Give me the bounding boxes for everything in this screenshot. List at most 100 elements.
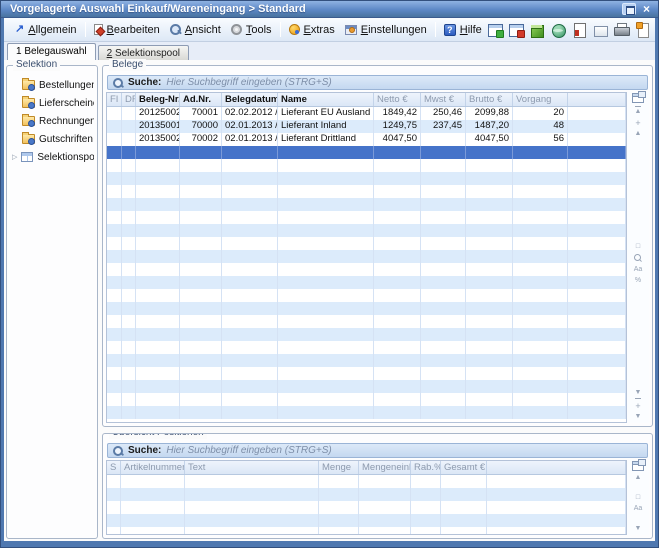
table-add-icon[interactable] bbox=[487, 22, 504, 38]
belege-search-input[interactable]: Suche: Hier Suchbegriff eingeben (STRG+S… bbox=[107, 75, 648, 90]
gear-icon bbox=[231, 24, 242, 35]
move-down-icon[interactable]: ▼ bbox=[635, 525, 642, 533]
move-up-icon[interactable]: ▲ bbox=[635, 130, 642, 138]
positionen-groupbox: Übersicht Positionen Suche: Hier Suchbeg… bbox=[102, 433, 653, 539]
column-header-vorgang[interactable]: Vorgang bbox=[513, 93, 568, 106]
groupbox-title: Übersicht Positionen bbox=[109, 433, 207, 439]
column-header-fi[interactable]: FI bbox=[107, 93, 122, 106]
folder-icon bbox=[22, 98, 35, 108]
extras-ball-icon bbox=[289, 24, 300, 35]
empty-row bbox=[107, 393, 626, 406]
positionen-search-input[interactable]: Suche: Hier Suchbegriff eingeben (STRG+S… bbox=[107, 443, 648, 458]
column-chooser-icon[interactable] bbox=[632, 93, 644, 103]
menu-allgemein[interactable]: ↗ Allgemein bbox=[10, 22, 82, 38]
close-window-icon[interactable]: × bbox=[641, 3, 652, 15]
new-document-icon[interactable] bbox=[634, 22, 651, 38]
groupbox-title: Selektion bbox=[13, 59, 60, 71]
font-size-icon[interactable]: Aa bbox=[634, 266, 643, 274]
goto-first-icon[interactable]: ▲ bbox=[635, 106, 642, 116]
column-header-gesamt[interactable]: Gesamt € bbox=[441, 461, 487, 474]
empty-row bbox=[107, 328, 626, 341]
belege-grid-body: 20125002 70001 02.02.2012 /Do Lieferant … bbox=[107, 107, 626, 422]
empty-row bbox=[107, 527, 626, 534]
tab-belegauswahl[interactable]: 1 Belegauswahl bbox=[7, 43, 96, 60]
column-header-ad-nr[interactable]: Ad.Nr. bbox=[180, 93, 222, 106]
main-column: Belege Suche: Hier Suchbegriff eingeben … bbox=[102, 65, 653, 539]
empty-row bbox=[107, 475, 626, 488]
card-icon[interactable] bbox=[592, 22, 609, 38]
column-header-rab[interactable]: Rab.% bbox=[411, 461, 441, 474]
report-document-icon[interactable] bbox=[571, 22, 588, 38]
column-header-s[interactable]: S bbox=[107, 461, 121, 474]
positionen-grid: S Artikelnummer Text Menge Mengeneinheit… bbox=[106, 460, 627, 535]
folder-icon bbox=[22, 80, 35, 90]
restore-window-icon[interactable] bbox=[622, 3, 636, 15]
column-header-artikelnummer[interactable]: Artikelnummer bbox=[121, 461, 185, 474]
insert-row-icon[interactable]: + bbox=[635, 119, 640, 127]
font-size-icon[interactable]: Aa bbox=[634, 505, 643, 513]
column-header-belegdatum[interactable]: Belegdatum bbox=[222, 93, 278, 106]
selected-row[interactable] bbox=[107, 146, 626, 159]
tab-selektionspool[interactable]: 2 Selektionspool bbox=[98, 45, 189, 60]
table-remove-icon[interactable] bbox=[508, 22, 525, 38]
column-header-netto[interactable]: Netto € bbox=[374, 93, 421, 106]
help-icon: ? bbox=[444, 24, 456, 36]
package-export-icon[interactable] bbox=[529, 22, 546, 38]
menu-bearbeiten[interactable]: Bearbeiten bbox=[89, 22, 165, 38]
toolbar bbox=[487, 22, 654, 38]
empty-row bbox=[107, 185, 626, 198]
move-up-icon[interactable]: ▲ bbox=[635, 474, 642, 482]
zoom-icon[interactable] bbox=[634, 254, 643, 263]
globe-icon[interactable] bbox=[550, 22, 567, 38]
empty-row bbox=[107, 488, 626, 501]
window-title: Vorgelagerte Auswahl Einkauf/Wareneingan… bbox=[10, 3, 622, 15]
menu-ansicht[interactable]: Ansicht bbox=[165, 22, 226, 38]
sidebar-item-rechnungen[interactable]: Rechnungen bbox=[10, 112, 94, 130]
empty-row bbox=[107, 172, 626, 185]
column-header-text[interactable]: Text bbox=[185, 461, 319, 474]
card-view-icon[interactable]: □ bbox=[636, 494, 640, 502]
column-header-name[interactable]: Name bbox=[278, 93, 374, 106]
column-header-mwst[interactable]: Mwst € bbox=[421, 93, 466, 106]
menu-hilfe[interactable]: ? Hilfe bbox=[439, 22, 487, 38]
empty-row bbox=[107, 315, 626, 328]
empty-row bbox=[107, 276, 626, 289]
magnifier-page-icon bbox=[170, 24, 181, 35]
column-header-dr[interactable]: DR bbox=[122, 93, 136, 106]
column-chooser-icon[interactable] bbox=[632, 461, 644, 471]
menu-extras[interactable]: Extras bbox=[284, 22, 340, 38]
arrow-ne-icon: ↗ bbox=[15, 24, 24, 35]
append-row-icon[interactable]: + bbox=[635, 402, 640, 410]
settings-panel-icon bbox=[345, 25, 357, 35]
sidebar-item-gutschriften[interactable]: Gutschriften bbox=[10, 130, 94, 148]
table-row[interactable]: 20135001 70000 02.01.2013 /Mi Lieferant … bbox=[107, 120, 626, 133]
card-view-icon[interactable]: □ bbox=[636, 243, 640, 251]
menu-label: Bearbeiten bbox=[107, 24, 160, 36]
table-row[interactable]: 20125002 70001 02.02.2012 /Do Lieferant … bbox=[107, 107, 626, 120]
empty-row bbox=[107, 224, 626, 237]
positionen-grid-toolbar: ▲ □ Aa ▼ bbox=[627, 460, 649, 535]
app-window: Vorgelagerte Auswahl Einkauf/Wareneingan… bbox=[0, 0, 659, 548]
table-row[interactable]: 20135002 70002 02.01.2013 /Mi Lieferant … bbox=[107, 133, 626, 146]
sidebar-item-lieferscheine[interactable]: Lieferscheine bbox=[10, 94, 94, 112]
move-down-icon[interactable]: ▼ bbox=[635, 413, 642, 421]
expander-icon[interactable]: ▷ bbox=[12, 153, 17, 161]
pool-table-icon bbox=[21, 152, 33, 162]
empty-row bbox=[107, 289, 626, 302]
folder-icon bbox=[22, 116, 35, 126]
column-header-menge[interactable]: Menge bbox=[319, 461, 359, 474]
tab-bar: 1 Belegauswahl 2 Selektionspool bbox=[4, 42, 655, 60]
sidebar-item-bestellungen[interactable]: Bestellungen bbox=[10, 76, 94, 94]
menu-einstellungen[interactable]: Einstellungen bbox=[340, 22, 432, 38]
sidebar-item-selektionspools[interactable]: ▷ Selektionspools bbox=[10, 148, 94, 166]
percent-icon[interactable]: % bbox=[635, 277, 641, 285]
empty-row bbox=[107, 380, 626, 393]
empty-row bbox=[107, 501, 626, 514]
column-header-mengeneinheit[interactable]: Mengeneinheit bbox=[359, 461, 411, 474]
column-header-brutto[interactable]: Brutto € bbox=[466, 93, 513, 106]
column-header-beleg-nr[interactable]: Beleg-Nr.▼ bbox=[136, 93, 180, 106]
content-area: Selektion Bestellungen Lieferscheine Rec… bbox=[4, 60, 655, 541]
goto-last-icon[interactable]: ▼ bbox=[635, 389, 642, 399]
menu-tools[interactable]: Tools bbox=[226, 22, 277, 38]
printer-icon[interactable] bbox=[613, 22, 630, 38]
